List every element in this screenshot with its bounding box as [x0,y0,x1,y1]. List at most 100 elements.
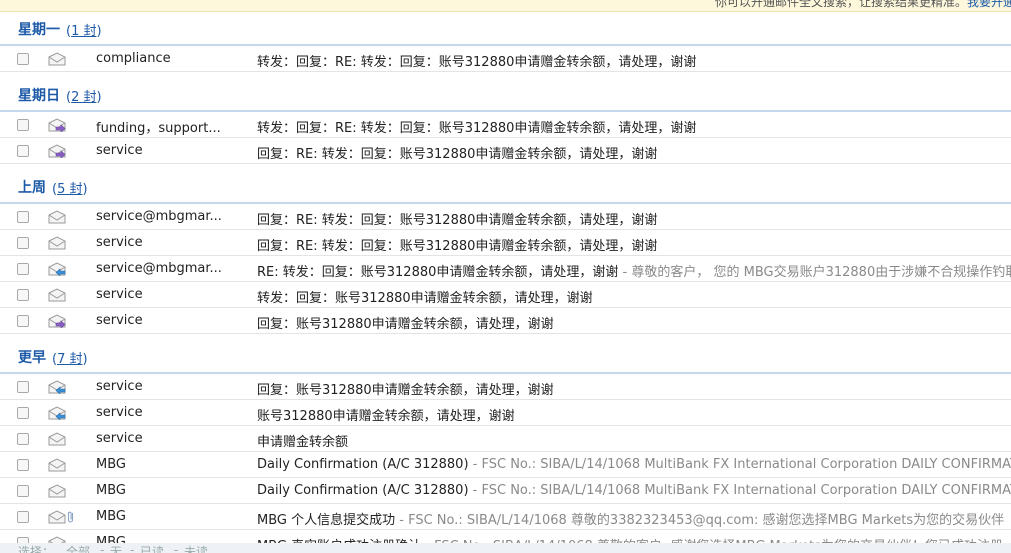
group-header: 上周 (5 封) [0,170,1011,204]
read-envelope-icon [48,288,66,302]
group-count-link[interactable]: 2 封 [71,90,96,105]
mail-checkbox[interactable] [17,459,29,471]
mail-checkbox[interactable] [17,263,29,275]
mail-subject: RE: 转发：回复：账号312880申请赠金转余额，请处理，谢谢 [257,265,619,280]
mail-preview: - 尊敬的客户， 您的 MBG交易账户312880由于涉嫌不合规操作钓取赠金 [618,265,1011,280]
mail-subject-cell[interactable]: Daily Confirmation (A/C 312880) - FSC No… [257,457,1011,472]
mail-preview: - FSC No.: SIBA/L/14/1068 MultiBank FX I… [468,457,1011,472]
group-count: (2 封) [66,90,102,105]
mail-subject: 转发：回复：RE: 转发：回复：账号312880申请赠金转余额，请处理，谢谢 [257,121,697,136]
mail-subject-cell[interactable]: 转发：回复：RE: 转发：回复：账号312880申请赠金转余额，请处理，谢谢 [257,117,1011,136]
select-option-3[interactable]: 无 [110,543,122,553]
mail-subject: Daily Confirmation (A/C 312880) [257,457,469,472]
mail-row[interactable]: compliance 转发：回复：RE: 转发：回复：账号312880申请赠金转余… [0,46,1011,72]
mail-sender: MBG [96,457,126,472]
mail-row[interactable]: MBG MBG 个人信息提交成功 - FSC No.: SIBA/L/14/106… [0,504,1011,530]
group-header: 星期日 (2 封) [0,78,1011,112]
mail-checkbox[interactable] [17,511,29,523]
mail-subject-cell[interactable]: MBG 个人信息提交成功 - FSC No.: SIBA/L/14/1068 尊… [257,509,1011,528]
mail-sender: service@mbgmar... [96,261,222,276]
group-count-link[interactable]: 5 封 [57,182,82,197]
mail-checkbox[interactable] [17,53,29,65]
select-option-7[interactable]: 未读 [184,543,208,553]
group-title: 上周 [18,180,46,196]
mail-checkbox[interactable] [17,145,29,157]
select-option-1[interactable]: 全部 [66,543,90,553]
mail-subject-cell[interactable]: 回复：RE: 转发：回复：账号312880申请赠金转余额，请处理，谢谢 [257,209,1011,228]
mail-subject-cell[interactable]: 回复：账号312880申请赠金转余额，请处理，谢谢 [257,379,1011,398]
mail-subject: 回复：账号312880申请赠金转余额，请处理，谢谢 [257,383,554,398]
mail-sender: service [96,235,143,250]
read-envelope-icon [48,52,66,66]
mail-subject: 回复：账号312880申请赠金转余额，请处理，谢谢 [257,317,554,332]
mail-subject-cell[interactable]: 转发：回复：RE: 转发：回复：账号312880申请赠金转余额，请处理，谢谢 [257,51,1011,70]
mail-subject: 回复：RE: 转发：回复：账号312880申请赠金转余额，请处理，谢谢 [257,239,658,254]
mail-subject-cell[interactable]: RE: 转发：回复：账号312880申请赠金转余额，请处理，谢谢 - 尊敬的客户… [257,261,1011,280]
mail-subject: Daily Confirmation (A/C 312880) [257,483,469,498]
mail-subject-cell[interactable]: 账号312880申请赠金转余额，请处理，谢谢 [257,405,1011,424]
mail-subject: 回复：RE: 转发：回复：账号312880申请赠金转余额，请处理，谢谢 [257,147,658,162]
mail-checkbox[interactable] [17,237,29,249]
mail-sender: service [96,431,143,446]
mail-sender: service [96,143,143,158]
search-tip-bar: 你可以开通邮件全文搜索，让搜索结果更精准。我要开通 [0,0,1011,12]
group-count: (7 封) [52,352,88,367]
mail-sender: service@mbgmar... [96,209,222,224]
mail-preview: - FSC No.: SIBA/L/14/1068 尊敬的3382323453@… [395,513,1005,528]
mail-row[interactable]: funding，support... 转发：回复：RE: 转发：回复：账号3128… [0,112,1011,138]
group-header: 星期一 (1 封) [0,12,1011,46]
mail-checkbox[interactable] [17,289,29,301]
group-title: 星期日 [18,88,60,104]
mail-checkbox[interactable] [17,407,29,419]
mail-subject-cell[interactable]: 回复：账号312880申请赠金转余额，请处理，谢谢 [257,313,1011,332]
attachment-icon [67,510,75,524]
mail-checkbox[interactable] [17,315,29,327]
mail-row[interactable]: service@mbgmar... 回复：RE: 转发：回复：账号312880申请… [0,204,1011,230]
mail-row[interactable]: service 申请赠金转余额 [0,426,1011,452]
mail-checkbox[interactable] [17,485,29,497]
mail-row[interactable]: service@mbgmar... RE: 转发：回复：账号312880申请赠金转… [0,256,1011,282]
mail-checkbox[interactable] [17,433,29,445]
mail-row[interactable]: MBG Daily Confirmation (A/C 312880) - FSC… [0,452,1011,478]
mail-sender: service [96,379,143,394]
read-envelope-icon [48,484,66,498]
mail-subject-cell[interactable]: 回复：RE: 转发：回复：账号312880申请赠金转余额，请处理，谢谢 [257,235,1011,254]
mail-row[interactable]: service 账号312880申请赠金转余额，请处理，谢谢 [0,400,1011,426]
mail-subject-cell[interactable]: Daily Confirmation (A/C 312880) - FSC No… [257,483,1011,498]
mail-subject-cell[interactable]: 申请赠金转余额 [257,431,1011,450]
group-count-link[interactable]: 7 封 [57,352,82,367]
separator: - [174,543,179,553]
mail-sender: funding，support... [96,121,221,136]
mail-row[interactable]: service 回复：RE: 转发：回复：账号312880申请赠金转余额，请处理，… [0,230,1011,256]
mail-subject: MBG 个人信息提交成功 [257,513,396,528]
replied-envelope-icon [48,262,66,277]
mail-sender: MBG [96,483,126,498]
mail-row[interactable]: service 转发：回复：账号312880申请赠金转余额，请处理，谢谢 [0,282,1011,308]
mail-subject: 转发：回复：RE: 转发：回复：账号312880申请赠金转余额，请处理，谢谢 [257,55,697,70]
forwarded-envelope-icon [48,314,66,329]
select-label: 选择： [18,545,55,553]
read-envelope-icon [48,458,66,472]
mail-sender: compliance [96,51,171,66]
mail-row[interactable]: service 回复：RE: 转发：回复：账号312880申请赠金转余额，请处理，… [0,138,1011,164]
group-title: 星期一 [18,22,60,38]
mail-checkbox[interactable] [17,119,29,131]
separator: - [130,543,135,553]
mail-subject-cell[interactable]: 转发：回复：账号312880申请赠金转余额，请处理，谢谢 [257,287,1011,306]
mail-subject: 回复：RE: 转发：回复：账号312880申请赠金转余额，请处理，谢谢 [257,213,658,228]
group-count-link[interactable]: 1 封 [71,24,96,39]
select-option-5[interactable]: 已读 [140,543,164,553]
selection-toolbar: 选择： 全部 - 无 - 已读 - 未读 [0,543,1011,553]
mail-checkbox[interactable] [17,381,29,393]
mail-row[interactable]: MBG Daily Confirmation (A/C 312880) - FSC… [0,478,1011,504]
read-envelope-icon [48,432,66,446]
group-count: (1 封) [66,24,102,39]
mail-sender: service [96,287,143,302]
mail-row[interactable]: service 回复：账号312880申请赠金转余额，请处理，谢谢 [0,308,1011,334]
read-envelope-icon [48,210,66,224]
mail-subject-cell[interactable]: 回复：RE: 转发：回复：账号312880申请赠金转余额，请处理，谢谢 [257,143,1011,162]
enable-fulltext-search-link[interactable]: 我要开通 [967,0,1011,9]
mail-row[interactable]: service 回复：账号312880申请赠金转余额，请处理，谢谢 [0,374,1011,400]
mail-sender: service [96,313,143,328]
mail-checkbox[interactable] [17,211,29,223]
